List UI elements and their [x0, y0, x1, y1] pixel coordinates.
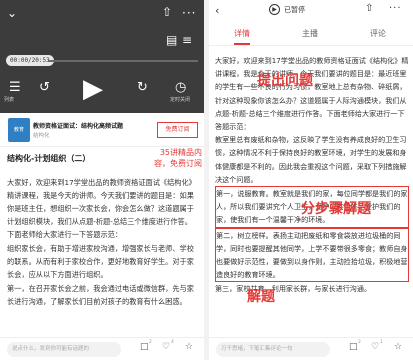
top-bar: ‹ ▶ 已暂停 ⇧ ··· [209, 0, 413, 20]
episode-title: 结构化-计划组织（二） [7, 154, 91, 163]
playback-mode-icon[interactable]: ▤ [166, 34, 177, 46]
like-icon[interactable]: ♡ [371, 342, 379, 352]
share-icon[interactable]: ⇧ [365, 3, 373, 14]
course-title: 教师资格证面试：结构化高频试题 [33, 123, 124, 130]
course-subtitle: 结构化 [33, 133, 50, 139]
rewind-15-icon[interactable]: ↺ [39, 80, 50, 95]
comment-bar: 说点什么，发到你可能有话题的 □ 2 ♡ 4 ☆ [0, 337, 204, 360]
settings-sliders-icon[interactable]: ≡ [182, 34, 192, 46]
more-icon[interactable]: ··· [182, 7, 196, 19]
more-icon[interactable]: ··· [389, 3, 402, 14]
like-count: 1 [380, 340, 383, 345]
audio-player: ⌄ ⇧ ··· ▤ ≡ 00:00/20:53 ☰ ↺ ▶ ↻ ◷ 列表 定时关… [0, 0, 204, 113]
transcript-text: 大家好，欢迎来到17学堂出品的教师资格证面试《结构化》精讲课程，我是今天的讲师。… [7, 176, 199, 309]
mini-play-icon[interactable]: ▶ [269, 4, 280, 15]
paragraph: 第三，家校共育。利用家长群，与家长进行沟通。 [215, 284, 372, 294]
tab-comments[interactable]: 评论 [353, 28, 403, 39]
tab-bar: 详情 主播 评论 [209, 24, 413, 46]
paragraph-step-2: 第二，树立榜样。表扬主动把废纸和零食袋放进垃圾桶的同学，同时也要提醒其他同学，上… [215, 227, 409, 283]
subscribe-button[interactable]: 免费订阅 [157, 122, 198, 138]
active-tab-indicator [234, 43, 250, 45]
chevron-down-icon[interactable]: ⌄ [7, 7, 17, 19]
timer-label: 定时关闭 [170, 97, 191, 103]
right-screen: ‹ ▶ 已暂停 ⇧ ··· 详情 主播 评论 大家好，欢迎来到17学堂出品的教师… [209, 0, 413, 360]
back-icon[interactable]: ‹ [215, 4, 219, 17]
comment-input[interactable]: 万千思绪，下笔汇集评论一句 [216, 342, 330, 357]
like-count: 4 [171, 340, 174, 345]
comment-icon[interactable]: □ [140, 342, 149, 352]
star-icon[interactable]: ☆ [185, 342, 193, 352]
annotation-free-subscribe: 35讲精品内容，免费订阅 [154, 148, 202, 168]
progress-bar[interactable] [48, 60, 198, 62]
comment-count: 2 [149, 340, 152, 345]
forward-15-icon[interactable]: ↻ [137, 80, 148, 95]
time-readout: 00:00/20:53 [6, 55, 54, 66]
transcript-text: 大家好，欢迎来到17学堂出品的教师资格证面试《结构化》精讲课程，我是今天的讲师。… [215, 54, 409, 296]
playback-status: 已暂停 [284, 6, 305, 14]
paragraph: 大家好，欢迎来到17学堂出品的教师资格证面试《结构化》精讲课程，我是今天的讲师。… [7, 178, 196, 239]
annotation-step-by-step: 分步骤解题 [301, 201, 371, 217]
like-icon[interactable]: ♡ [162, 342, 170, 352]
paragraph: 大家好，欢迎来到17学堂出品的教师资格证面试《结构化》精讲课程，我是今天的讲师。… [215, 56, 409, 132]
share-icon[interactable]: ⇧ [162, 6, 172, 18]
paragraph: 教室里总有废纸和杂物，这反映了学生没有养成良好的卫生习惯，这种情况不利于保持良好… [215, 135, 407, 184]
annotation-solve: 解题 [247, 289, 275, 305]
list-label: 列表 [4, 97, 15, 103]
play-icon[interactable]: ▶ [83, 74, 103, 104]
tab-details[interactable]: 详情 [217, 28, 267, 39]
comment-count: 2 [358, 340, 361, 345]
left-screen: ⌄ ⇧ ··· ▤ ≡ 00:00/20:53 ☰ ↺ ▶ ↻ ◷ 列表 定时关… [0, 0, 204, 360]
course-card[interactable]: 教育 教师资格证面试：结构化高频试题 结构化 免费订阅 [0, 113, 204, 147]
course-thumbnail: 教育 [8, 118, 30, 142]
timer-icon[interactable]: ◷ [175, 80, 186, 95]
star-icon[interactable]: ☆ [394, 342, 402, 352]
paragraph: 组织家长会，有助于增进家校沟通，增强家长与老师、学校的联系。从而有利于家校合作，… [7, 244, 194, 279]
paragraph: 第一，在召开家长会之前，我会通过电话或微信群，先与家长进行沟通，了解家长们目前对… [7, 284, 194, 306]
comment-bar: 万千思绪，下笔汇集评论一句 □ 2 ♡ 1 ☆ [209, 337, 413, 360]
playlist-icon[interactable]: ☰ [9, 80, 21, 95]
tab-host[interactable]: 主播 [285, 28, 335, 39]
comment-input[interactable]: 说点什么，发到你可能有话题的 [7, 342, 121, 357]
annotation-raise-question: 提出问题 [257, 73, 313, 89]
comment-icon[interactable]: □ [349, 342, 358, 352]
